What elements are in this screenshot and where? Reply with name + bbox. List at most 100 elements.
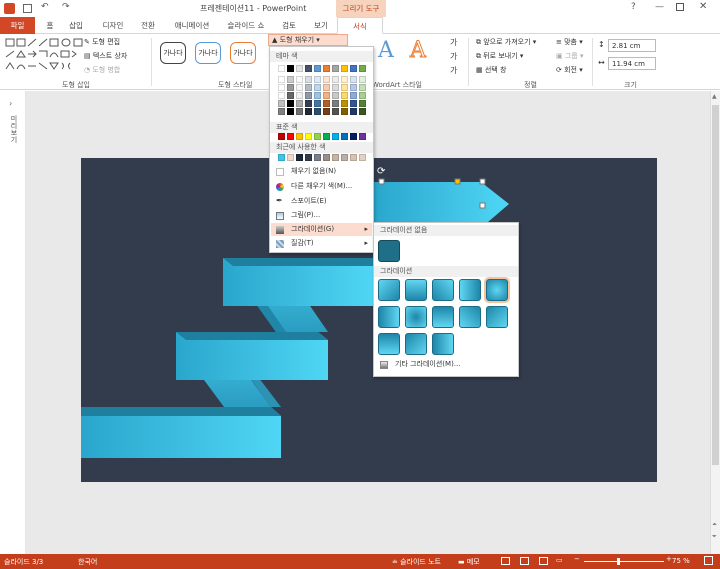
zoom-slider-thumb[interactable] (617, 558, 620, 565)
theme-color-shade-swatch[interactable] (332, 100, 339, 107)
theme-color-shade-swatch[interactable] (350, 100, 357, 107)
theme-color-shade-swatch[interactable] (287, 84, 294, 91)
theme-color-shade-swatch[interactable] (287, 108, 294, 115)
theme-color-shade-swatch[interactable] (359, 100, 366, 107)
theme-color-shade-swatch[interactable] (332, 84, 339, 91)
theme-color-shade-swatch[interactable] (359, 108, 366, 115)
theme-color-shade-swatch[interactable] (314, 92, 321, 99)
gradient-variant-swatch[interactable] (378, 279, 400, 301)
gradient-variant-swatch[interactable] (405, 279, 427, 301)
eyedropper-item[interactable]: ✒ 스포이트(E) (271, 195, 372, 208)
more-fill-colors-item[interactable]: 다른 채우기 색(M)... (271, 180, 372, 193)
theme-color-shade-swatch[interactable] (296, 76, 303, 83)
theme-color-shade-swatch[interactable] (359, 84, 366, 91)
theme-color-shade-swatch[interactable] (278, 84, 285, 91)
shape-style-3[interactable]: 가나다 (230, 42, 256, 64)
theme-color-swatch[interactable] (350, 65, 357, 72)
theme-color-shade-swatch[interactable] (314, 76, 321, 83)
theme-color-shade-swatch[interactable] (341, 108, 348, 115)
wordart-style-blue[interactable]: A (378, 38, 394, 63)
theme-color-shade-swatch[interactable] (305, 100, 312, 107)
theme-color-swatch[interactable] (332, 65, 339, 72)
gradient-variant-swatch[interactable] (484, 277, 510, 303)
tab-file[interactable]: 파일 (0, 17, 35, 34)
gradient-variant-swatch[interactable] (432, 306, 454, 328)
theme-color-shade-swatch[interactable] (296, 108, 303, 115)
normal-view-icon[interactable] (501, 557, 510, 565)
fit-to-window-icon[interactable] (704, 556, 713, 565)
theme-color-shade-swatch[interactable] (305, 92, 312, 99)
theme-color-shade-swatch[interactable] (350, 84, 357, 91)
selection-handle[interactable] (479, 202, 486, 209)
vertical-scrollbar[interactable]: ▲ ⏶ ⏷ (710, 91, 720, 554)
theme-color-shade-swatch[interactable] (314, 100, 321, 107)
more-gradients-item[interactable]: 기타 그라데이션(M)... (375, 358, 517, 371)
theme-color-swatch[interactable] (314, 65, 321, 72)
no-fill-item[interactable]: 채우기 없음(N) (271, 165, 372, 178)
gradient-item[interactable]: 그라데이션(G) ▸ (271, 223, 372, 236)
texture-item[interactable]: 질감(T) ▸ (271, 237, 372, 250)
theme-color-shade-swatch[interactable] (323, 100, 330, 107)
shape-fill-button[interactable]: ▲ 도형 채우기 ▾ (268, 34, 348, 46)
width-input[interactable]: 11.94 cm (608, 57, 656, 70)
standard-color-swatch[interactable] (359, 133, 366, 140)
wordart-style-orange[interactable]: A (410, 38, 427, 64)
theme-color-shade-swatch[interactable] (350, 76, 357, 83)
merge-shapes-button[interactable]: ◔ 도형 병합 (84, 65, 120, 75)
thumbnails-label[interactable]: 미리보기 (9, 115, 19, 143)
theme-color-shade-swatch[interactable] (314, 108, 321, 115)
expand-pane-icon[interactable]: › (9, 99, 12, 108)
notes-button[interactable]: ≐ 슬라이드 노트 (392, 557, 441, 567)
gradient-variant-swatch[interactable] (432, 333, 454, 355)
picture-fill-item[interactable]: 그림(P)... (271, 209, 372, 222)
minimize-icon[interactable]: — (655, 2, 664, 12)
text-box-button[interactable]: ▤ 텍스트 상자 (84, 51, 127, 61)
theme-color-shade-swatch[interactable] (278, 92, 285, 99)
theme-color-shade-swatch[interactable] (305, 108, 312, 115)
shape-style-2[interactable]: 가나다 (195, 42, 221, 64)
theme-color-swatch[interactable] (278, 65, 285, 72)
theme-color-shade-swatch[interactable] (341, 100, 348, 107)
gradient-variant-swatch[interactable] (405, 333, 427, 355)
theme-color-shade-swatch[interactable] (350, 92, 357, 99)
group-button[interactable]: ▣ 그룹 ▾ (556, 51, 583, 61)
theme-color-shade-swatch[interactable] (296, 84, 303, 91)
tab-review[interactable]: 검토 (277, 17, 301, 34)
recent-color-swatch[interactable] (296, 154, 303, 161)
tab-format[interactable]: 서식 (337, 17, 383, 34)
reading-view-icon[interactable] (539, 557, 548, 565)
theme-color-swatch[interactable] (359, 65, 366, 72)
align-button[interactable]: ≡ 맞춤 ▾ (556, 37, 583, 47)
theme-color-shade-swatch[interactable] (332, 92, 339, 99)
theme-color-shade-swatch[interactable] (305, 84, 312, 91)
tab-animations[interactable]: 애니메이션 (167, 17, 217, 34)
standard-color-swatch[interactable] (287, 133, 294, 140)
prev-slide-icon[interactable]: ⏶ (712, 521, 717, 529)
slideshow-icon[interactable]: ▭ (556, 556, 563, 564)
theme-color-shade-swatch[interactable] (359, 92, 366, 99)
recent-color-swatch[interactable] (314, 154, 321, 161)
selection-pane-button[interactable]: ▦ 선택 창 (476, 65, 506, 75)
recent-color-swatch[interactable] (287, 154, 294, 161)
rotate-handle-icon[interactable]: ⟳ (377, 166, 386, 177)
text-fill-icon[interactable]: 가 (450, 37, 457, 48)
gradient-variant-swatch[interactable] (459, 279, 481, 301)
theme-color-swatch[interactable] (296, 65, 303, 72)
help-icon[interactable]: ? (631, 2, 636, 12)
send-backward-button[interactable]: ⧉ 뒤로 보내기 ▾ (476, 51, 523, 61)
adjust-handle[interactable] (454, 178, 461, 185)
theme-color-swatch[interactable] (323, 65, 330, 72)
tab-view[interactable]: 보기 (308, 17, 334, 34)
theme-color-shade-swatch[interactable] (323, 108, 330, 115)
theme-color-shade-swatch[interactable] (287, 92, 294, 99)
zoom-out-icon[interactable]: − (574, 555, 580, 563)
theme-color-shade-swatch[interactable] (278, 108, 285, 115)
theme-color-shade-swatch[interactable] (278, 76, 285, 83)
bring-forward-button[interactable]: ⧉ 앞으로 가져오기 ▾ (476, 37, 536, 47)
maximize-icon[interactable] (676, 3, 684, 11)
comments-button[interactable]: ▬ 메모 (458, 557, 480, 567)
standard-color-swatch[interactable] (305, 133, 312, 140)
standard-color-swatch[interactable] (323, 133, 330, 140)
theme-color-shade-swatch[interactable] (323, 76, 330, 83)
theme-color-shade-swatch[interactable] (350, 108, 357, 115)
